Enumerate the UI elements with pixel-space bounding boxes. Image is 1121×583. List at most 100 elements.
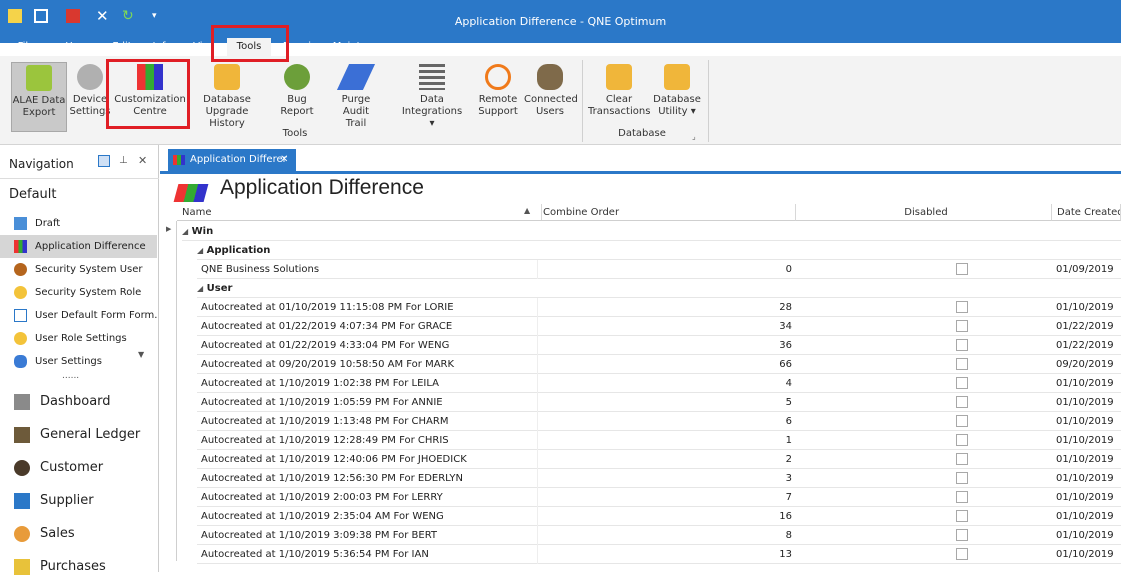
cell-name[interactable]: Autocreated at 09/20/2019 10:58:50 AM Fo… [197,355,538,374]
table-row[interactable]: Autocreated at 1/10/2019 2:00:03 PM For … [197,488,1121,507]
cell-date-created[interactable]: 01/10/2019 [1052,507,1121,526]
table-row[interactable]: Autocreated at 1/10/2019 5:36:54 PM For … [197,545,1121,564]
column-header-date-created[interactable]: Date Created [1052,204,1121,221]
clear-transactions-button[interactable]: Clear Transactions [588,62,650,132]
cell-date-created[interactable]: 01/10/2019 [1052,488,1121,507]
cell-date-created[interactable]: 01/10/2019 [1052,526,1121,545]
column-header-name[interactable]: Name [177,204,542,221]
group-row-user[interactable]: ◢ User [197,279,1121,298]
cell-combine-order[interactable]: 66 [538,355,796,374]
table-row[interactable]: Autocreated at 1/10/2019 3:09:38 PM For … [197,526,1121,545]
disabled-checkbox[interactable] [956,377,968,389]
cell-name[interactable]: Autocreated at 1/10/2019 12:40:06 PM For… [197,450,538,469]
cell-date-created[interactable]: 01/09/2019 [1052,260,1121,279]
collapse-icon[interactable]: ◢ [197,246,203,255]
nav-item-security-system-user[interactable]: Security System User [0,258,157,281]
cell-date-created[interactable]: 01/10/2019 [1052,374,1121,393]
cell-name[interactable]: QNE Business Solutions [197,260,538,279]
nav-item-user-default-form[interactable]: User Default Form Form... [0,304,157,327]
column-header-combine-order[interactable]: Combine Order [538,204,796,221]
cell-date-created[interactable]: 01/10/2019 [1052,545,1121,564]
database-utility-button[interactable]: Database Utility ▾ [652,62,702,132]
disabled-checkbox[interactable] [956,491,968,503]
scroll-down-icon[interactable]: ▼ [138,350,144,359]
collapse-icon[interactable]: ◢ [197,284,203,293]
dialog-launcher-icon[interactable]: ⌟ [692,132,696,141]
cell-date-created[interactable]: 01/22/2019 [1052,317,1121,336]
cell-date-created[interactable]: 01/10/2019 [1052,469,1121,488]
nav-item-user-role-settings[interactable]: User Role Settings [0,327,157,350]
table-row[interactable]: Autocreated at 1/10/2019 12:40:06 PM For… [197,450,1121,469]
database-upgrade-history-button[interactable]: Database Upgrade History [190,62,264,132]
cell-name[interactable]: Autocreated at 1/10/2019 12:28:49 PM For… [197,431,538,450]
table-row[interactable]: QNE Business Solutions 0 01/09/2019 [197,260,1121,279]
auto-hide-icon[interactable]: ⊥ [119,155,128,166]
cell-combine-order[interactable]: 8 [538,526,796,545]
nav-item-security-system-role[interactable]: Security System Role [0,281,157,304]
cell-date-created[interactable]: 01/10/2019 [1052,431,1121,450]
cell-name[interactable]: Autocreated at 1/10/2019 3:09:38 PM For … [197,526,538,545]
table-row[interactable]: Autocreated at 1/10/2019 2:35:04 AM For … [197,507,1121,526]
group-row-win[interactable]: ◢ Win [182,222,1121,241]
table-row[interactable]: Autocreated at 1/10/2019 1:13:48 PM For … [197,412,1121,431]
cell-combine-order[interactable]: 3 [538,469,796,488]
cell-name[interactable]: Autocreated at 1/10/2019 1:05:59 PM For … [197,393,538,412]
table-row[interactable]: Autocreated at 01/10/2019 11:15:08 PM Fo… [197,298,1121,317]
disabled-checkbox[interactable] [956,472,968,484]
menu-maintenance[interactable]: Maintenance [332,38,398,56]
cell-name[interactable]: Autocreated at 1/10/2019 5:36:54 PM For … [197,545,538,564]
module-customer[interactable]: Customer [0,451,157,484]
disabled-checkbox[interactable] [956,358,968,370]
cell-name[interactable]: Autocreated at 01/22/2019 4:33:04 PM For… [197,336,538,355]
cell-name[interactable]: Autocreated at 1/10/2019 1:02:38 PM For … [197,374,538,393]
menu-info[interactable]: Info [148,38,176,56]
data-integrations-button[interactable]: Data Integrations ▾ [392,62,472,132]
cell-combine-order[interactable]: 34 [538,317,796,336]
module-purchases[interactable]: Purchases [0,550,157,583]
disabled-checkbox[interactable] [956,510,968,522]
nav-item-user-settings[interactable]: User Settings [0,350,157,373]
alae-data-export-button[interactable]: ALAE Data Export [11,62,67,132]
disabled-checkbox[interactable] [956,339,968,351]
module-supplier[interactable]: Supplier [0,484,157,517]
cell-combine-order[interactable]: 36 [538,336,796,355]
cell-name[interactable]: Autocreated at 1/10/2019 12:56:30 PM For… [197,469,538,488]
nav-item-draft[interactable]: Draft [0,212,157,235]
module-general-ledger[interactable]: General Ledger [0,418,157,451]
menu-edit[interactable]: Edit [108,38,136,56]
pin-panel-icon[interactable] [98,155,110,167]
table-row[interactable]: Autocreated at 1/10/2019 12:28:49 PM For… [197,431,1121,450]
disabled-checkbox[interactable] [956,263,968,275]
cell-combine-order[interactable]: 1 [538,431,796,450]
disabled-checkbox[interactable] [956,301,968,313]
disabled-checkbox[interactable] [956,453,968,465]
disabled-checkbox[interactable] [956,548,968,560]
disabled-checkbox[interactable] [956,529,968,541]
cell-name[interactable]: Autocreated at 01/22/2019 4:07:34 PM For… [197,317,538,336]
nav-item-application-difference[interactable]: Application Difference [0,235,157,258]
table-row[interactable]: Autocreated at 01/22/2019 4:33:04 PM For… [197,336,1121,355]
table-row[interactable]: Autocreated at 09/20/2019 10:58:50 AM Fo… [197,355,1121,374]
module-dashboard[interactable]: Dashboard [0,385,157,418]
cell-combine-order[interactable]: 5 [538,393,796,412]
bug-report-button[interactable]: Bug Report [270,62,324,132]
cell-name[interactable]: Autocreated at 1/10/2019 2:35:04 AM For … [197,507,538,526]
close-tab-icon[interactable]: ✕ [280,149,288,171]
cell-combine-order[interactable]: 6 [538,412,796,431]
column-header-disabled[interactable]: Disabled [796,204,1052,221]
table-row[interactable]: Autocreated at 1/10/2019 1:02:38 PM For … [197,374,1121,393]
disabled-checkbox[interactable] [956,434,968,446]
disabled-checkbox[interactable] [956,396,968,408]
cell-date-created[interactable]: 01/22/2019 [1052,336,1121,355]
cell-name[interactable]: Autocreated at 1/10/2019 1:13:48 PM For … [197,412,538,431]
cell-combine-order[interactable]: 13 [538,545,796,564]
disabled-checkbox[interactable] [956,320,968,332]
connected-users-button[interactable]: Connected Users [524,62,578,132]
disabled-checkbox[interactable] [956,415,968,427]
menu-file[interactable]: File [12,38,40,56]
group-row-application[interactable]: ◢ Application [197,241,1121,260]
cell-combine-order[interactable]: 16 [538,507,796,526]
table-row[interactable]: Autocreated at 1/10/2019 12:56:30 PM For… [197,469,1121,488]
cell-combine-order[interactable]: 7 [538,488,796,507]
module-sales[interactable]: Sales [0,517,157,550]
